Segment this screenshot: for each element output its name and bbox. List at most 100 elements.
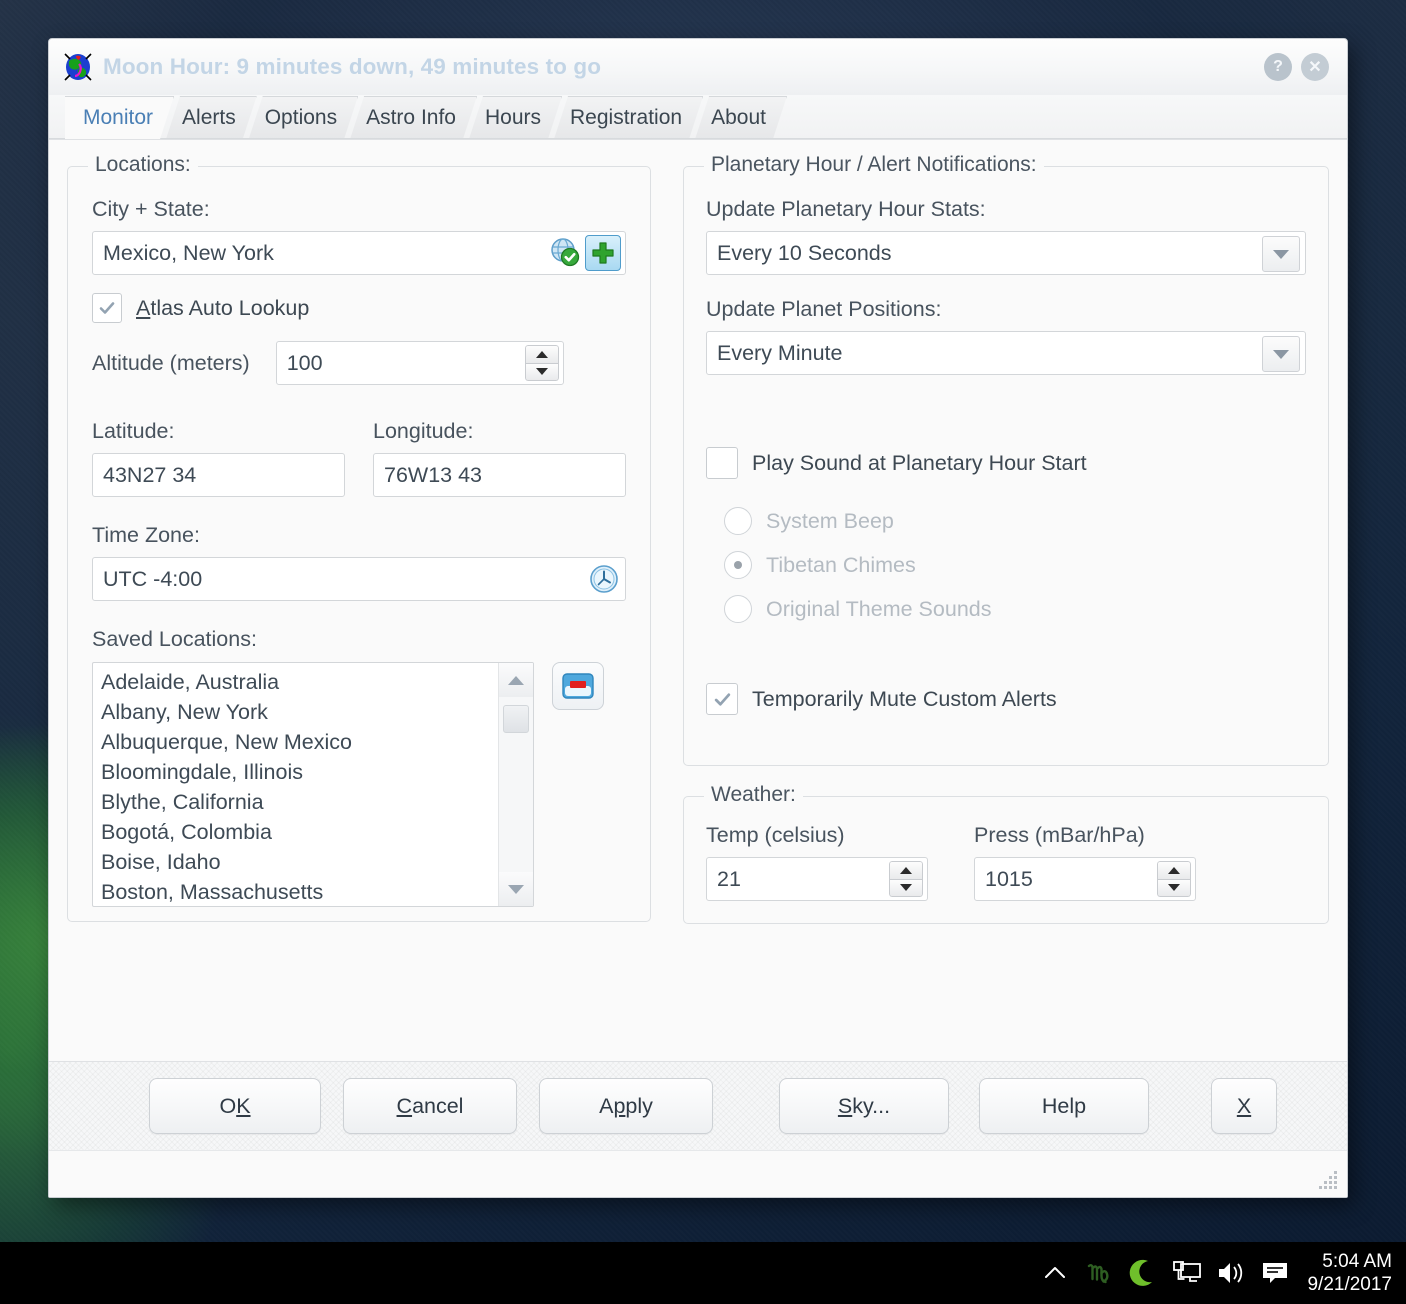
- update-stats-label: Update Planetary Hour Stats:: [706, 197, 986, 221]
- temp-stepper-down[interactable]: [889, 878, 923, 897]
- latitude-field[interactable]: [92, 453, 345, 497]
- notifications-group: Planetary Hour / Alert Notifications: Up…: [683, 153, 1329, 766]
- saved-locations-scrollbar[interactable]: [498, 663, 533, 906]
- list-item[interactable]: Bloomingdale, Illinois: [101, 757, 533, 787]
- press-field[interactable]: [974, 857, 1196, 901]
- title-bar: Moon Hour: 9 minutes down, 49 minutes to…: [49, 39, 1347, 95]
- list-item[interactable]: Albuquerque, New Mexico: [101, 727, 533, 757]
- resize-grip[interactable]: [1317, 1169, 1339, 1191]
- clock-icon[interactable]: [587, 562, 621, 596]
- list-item[interactable]: Albany, New York: [101, 697, 533, 727]
- update-positions-combo[interactable]: [706, 331, 1306, 375]
- city-state-label: City + State:: [92, 197, 210, 221]
- radio-original-theme-sounds-label: Original Theme Sounds: [766, 596, 992, 621]
- longitude-field[interactable]: [373, 453, 626, 497]
- status-bar: [49, 1150, 1347, 1197]
- scrollbar-thumb[interactable]: [503, 705, 529, 733]
- help-button[interactable]: Help: [979, 1078, 1149, 1134]
- latitude-label: Latitude:: [92, 419, 175, 443]
- apply-button[interactable]: Ap ply: [539, 1078, 713, 1134]
- city-state-field[interactable]: [92, 231, 626, 275]
- saved-locations-items: Adelaide, Australia Albany, New York Alb…: [93, 663, 533, 906]
- locations-group-label: Locations:: [88, 153, 198, 177]
- scroll-down-icon[interactable]: [499, 872, 533, 906]
- temp-input[interactable]: [717, 866, 917, 892]
- press-label: Press (mBar/hPa): [974, 823, 1145, 847]
- chevron-up-icon[interactable]: [1033, 1242, 1077, 1304]
- close-icon-button[interactable]: ✕: [1301, 53, 1329, 81]
- crescent-moon-icon[interactable]: [1121, 1242, 1165, 1304]
- red-minus-icon[interactable]: [552, 662, 604, 710]
- update-positions-value[interactable]: [717, 340, 1295, 366]
- altitude-input[interactable]: [286, 350, 553, 376]
- play-sound-row[interactable]: Play Sound at Planetary Hour Start: [706, 447, 1306, 479]
- altitude-field[interactable]: [275, 341, 564, 385]
- tab-monitor[interactable]: Monitor: [65, 96, 174, 139]
- green-plus-icon[interactable]: [585, 235, 621, 271]
- play-sound-checkbox[interactable]: [706, 447, 738, 479]
- weather-group-label: Weather:: [704, 783, 803, 807]
- timezone-input[interactable]: [103, 566, 615, 592]
- scroll-up-icon[interactable]: [499, 663, 533, 697]
- tab-hours[interactable]: Hours: [469, 96, 562, 139]
- tab-alerts[interactable]: Alerts: [166, 96, 257, 139]
- speaker-icon[interactable]: [1209, 1242, 1253, 1304]
- chevron-down-icon[interactable]: [1262, 336, 1300, 372]
- atlas-auto-lookup-label: Atlas Auto Lookup: [136, 295, 310, 320]
- longitude-input[interactable]: [384, 462, 615, 488]
- mute-alerts-checkbox[interactable]: [706, 683, 738, 715]
- temp-field[interactable]: [706, 857, 928, 901]
- tab-about[interactable]: About: [695, 96, 787, 139]
- cancel-button[interactable]: Cancel: [343, 1078, 517, 1134]
- latitude-input[interactable]: [103, 462, 334, 488]
- title-bar-buttons: ? ✕: [1264, 53, 1339, 81]
- tab-astro-info[interactable]: Astro Info: [350, 96, 477, 139]
- saved-locations-listbox[interactable]: Adelaide, Australia Albany, New York Alb…: [92, 662, 534, 907]
- sky-button[interactable]: Sky...: [779, 1078, 949, 1134]
- altitude-stepper-down[interactable]: [524, 362, 559, 381]
- altitude-stepper[interactable]: [524, 345, 559, 381]
- radio-tibetan-chimes-label: Tibetan Chimes: [766, 552, 916, 577]
- saved-locations-label: Saved Locations:: [92, 627, 257, 651]
- dialog-button-bar: OK Cancel Ap ply Sky... Help X: [49, 1061, 1347, 1150]
- temp-stepper[interactable]: [889, 861, 923, 897]
- altitude-stepper-up[interactable]: [524, 345, 559, 363]
- tab-registration[interactable]: Registration: [554, 96, 703, 139]
- window-title: Moon Hour: 9 minutes down, 49 minutes to…: [103, 54, 602, 79]
- press-stepper-up[interactable]: [1157, 861, 1191, 879]
- tab-strip: Monitor Alerts Options Astro Info Hours …: [49, 95, 1347, 139]
- globe-check-icon[interactable]: [548, 235, 582, 269]
- press-stepper[interactable]: [1157, 861, 1191, 897]
- network-monitor-icon[interactable]: [1165, 1242, 1209, 1304]
- list-item[interactable]: Adelaide, Australia: [101, 667, 533, 697]
- atlas-auto-lookup-row[interactable]: Atlas Auto Lookup: [92, 293, 626, 323]
- temp-stepper-up[interactable]: [889, 861, 923, 879]
- taskbar-clock[interactable]: 5:04 AM 9/21/2017: [1297, 1250, 1406, 1296]
- atlas-auto-lookup-checkbox[interactable]: [92, 293, 122, 323]
- list-item[interactable]: Blythe, California: [101, 787, 533, 817]
- timezone-field[interactable]: [92, 557, 626, 601]
- city-state-input[interactable]: [103, 240, 615, 266]
- tab-options[interactable]: Options: [249, 96, 358, 139]
- clock-date: 9/21/2017: [1307, 1274, 1392, 1295]
- update-stats-combo[interactable]: [706, 231, 1306, 275]
- mute-alerts-label: Temporarily Mute Custom Alerts: [752, 686, 1057, 711]
- press-stepper-down[interactable]: [1157, 878, 1191, 897]
- ok-button[interactable]: OK: [149, 1078, 321, 1134]
- locations-group: Locations: City + State: Mexico, New Yor…: [67, 153, 651, 922]
- virgo-glyph-icon[interactable]: [1077, 1242, 1121, 1304]
- radio-system-beep-label: System Beep: [766, 508, 894, 533]
- update-stats-value[interactable]: [717, 240, 1295, 266]
- help-icon-button[interactable]: ?: [1264, 53, 1292, 81]
- app-globe-icon: [63, 52, 93, 82]
- x-button[interactable]: X: [1211, 1078, 1277, 1134]
- list-item[interactable]: Bogotá, Colombia: [101, 817, 533, 847]
- chevron-down-icon[interactable]: [1262, 236, 1300, 272]
- list-item[interactable]: Boise, Idaho: [101, 847, 533, 877]
- list-item[interactable]: Boston, Massachusetts: [101, 877, 533, 906]
- mute-alerts-row[interactable]: Temporarily Mute Custom Alerts: [706, 683, 1306, 715]
- action-center-icon[interactable]: [1253, 1242, 1297, 1304]
- city-action-buttons: [548, 235, 621, 271]
- press-input[interactable]: [985, 866, 1185, 892]
